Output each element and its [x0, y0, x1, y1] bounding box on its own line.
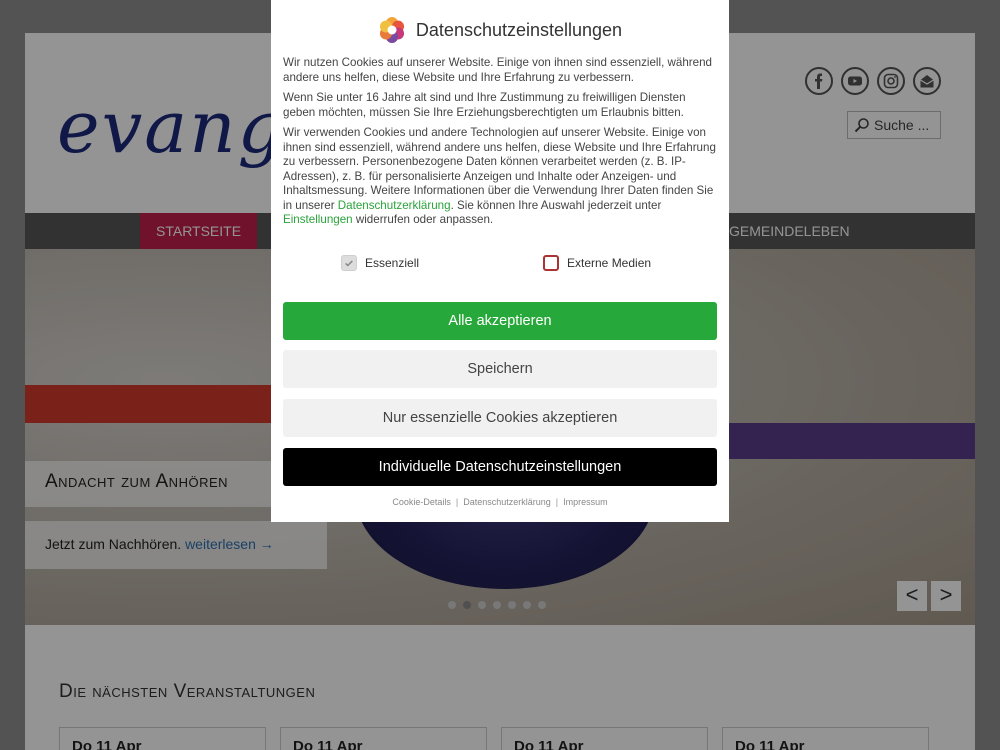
details-text-part-3: widerrufen oder anpassen. [352, 213, 494, 226]
dialog-title: Datenschutzeinstellungen [415, 19, 623, 40]
accept-all-button[interactable]: Alle akzeptieren [283, 302, 717, 340]
footer-privacy-link[interactable]: Datenschutzerklärung [463, 497, 551, 507]
checkbox-essential[interactable]: Essenziell [341, 255, 419, 271]
individual-settings-button[interactable]: Individuelle Datenschutzeinstellungen [283, 448, 717, 486]
details-paragraph: Wir verwenden Cookies und andere Technol… [283, 126, 717, 228]
privacy-policy-link[interactable]: Datenschutzerklärung [338, 199, 451, 212]
save-button[interactable]: Speichern [283, 350, 717, 388]
checkbox-essential-label: Essenziell [365, 256, 420, 270]
settings-link[interactable]: Einstellungen [283, 213, 353, 226]
imprint-link[interactable]: Impressum [563, 497, 608, 507]
intro-paragraph: Wir nutzen Cookies auf unserer Website. … [283, 56, 712, 84]
footer-separator: | [455, 497, 459, 507]
cookie-details-link[interactable]: Cookie-Details [392, 497, 451, 507]
checkbox-external-media-label: Externe Medien [567, 256, 652, 270]
dialog-body: Wir nutzen Cookies auf unserer Website. … [283, 56, 717, 234]
checkbox-empty-icon [543, 255, 559, 271]
dialog-footer-links: Cookie-Details | Datenschutzerklärung | Impr… [271, 497, 729, 507]
cookie-consent-dialog: Datenschutzeinstellungen Wir nutzen Cook… [271, 0, 729, 522]
consent-checkboxes: Essenziell Externe Medien [271, 255, 729, 275]
dialog-header: Datenschutzeinstellungen [271, 16, 729, 44]
checkbox-external-media[interactable]: Externe Medien [543, 255, 651, 271]
checkbox-checked-icon [341, 255, 357, 271]
footer-separator: | [555, 497, 559, 507]
accept-essential-only-button[interactable]: Nur essenzielle Cookies akzeptieren [283, 399, 717, 437]
details-text-part-2: . Sie können Ihre Auswahl jederzeit unte… [450, 198, 662, 212]
age-notice-paragraph: Wenn Sie unter 16 Jahre alt sind und Ihr… [283, 91, 686, 119]
flower-logo-icon [379, 17, 404, 43]
